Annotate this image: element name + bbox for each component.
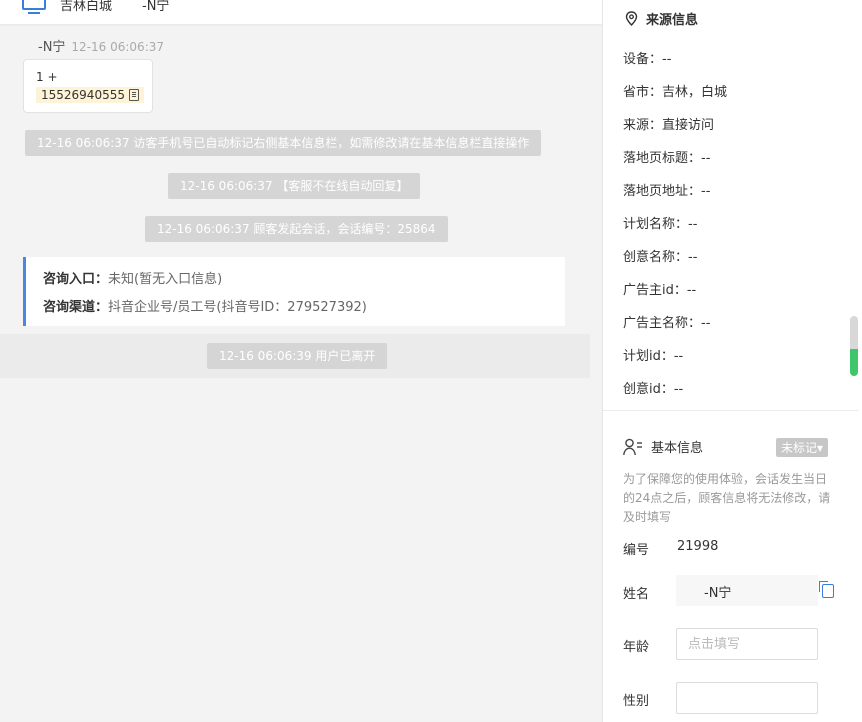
source-region: 省市：吉林，白城 bbox=[623, 85, 728, 100]
info-sidebar: 来源信息 设备：-- 省市：吉林，白城 来源：直接访问 落地页标题：-- 落地页… bbox=[602, 0, 862, 722]
source-info-title: 来源信息 bbox=[625, 9, 698, 28]
bubble-text: 1 + bbox=[36, 70, 58, 84]
system-message: 12-16 06:06:37 访客手机号已自动标记右侧基本信息栏，如需修改请在基… bbox=[25, 130, 542, 156]
copy-icon[interactable] bbox=[128, 89, 139, 101]
source-plan-id: 计划id：-- bbox=[623, 349, 684, 364]
chat-panel: 吉林白城 -N宁 -N宁 12-16 06:06:37 1 + 155269405… bbox=[0, 0, 602, 722]
system-message: 12-16 06:06:37 顾客发起会话，会话编号：25864 bbox=[145, 216, 448, 242]
gender-label: 性别 bbox=[623, 694, 650, 709]
source-landing-title: 落地页标题：-- bbox=[623, 151, 711, 166]
source-landing-url: 落地页地址：-- bbox=[623, 184, 711, 199]
consult-channel-row: 咨询渠道：抖音企业号/员工号(抖音号ID：279527392) bbox=[43, 294, 565, 322]
header-location: 吉林白城 bbox=[60, 0, 113, 14]
source-title-text: 来源信息 bbox=[646, 13, 699, 28]
gender-input[interactable] bbox=[676, 682, 818, 714]
source-creative-name: 创意名称：-- bbox=[623, 250, 698, 265]
consult-info-card: 咨询入口：未知(暂无入口信息) 咨询渠道：抖音企业号/员工号(抖音号ID：279… bbox=[23, 257, 565, 326]
basic-info-title: 基本信息 bbox=[623, 437, 703, 456]
sidebar-scrollbar[interactable] bbox=[850, 316, 858, 376]
source-device: 设备：-- bbox=[623, 52, 672, 67]
age-input[interactable] bbox=[676, 628, 818, 660]
monitor-icon bbox=[22, 0, 46, 14]
user-info-icon bbox=[623, 438, 643, 456]
id-value: 21998 bbox=[677, 539, 719, 554]
consult-channel-label: 咨询渠道： bbox=[43, 300, 109, 315]
source-advertiser-name: 广告主名称：-- bbox=[623, 316, 711, 331]
user-left-message: 12-16 06:06:39 用户已离开 bbox=[207, 343, 388, 369]
edit-icon[interactable] bbox=[819, 581, 834, 598]
chat-header: 吉林白城 -N宁 bbox=[0, 0, 602, 24]
consult-entry-value: 未知(暂无入口信息) bbox=[108, 272, 223, 287]
consult-entry-label: 咨询入口： bbox=[43, 272, 109, 287]
phone-number: 15526940555 bbox=[41, 88, 125, 102]
phone-tag[interactable]: 15526940555 bbox=[36, 87, 144, 103]
location-pin-icon bbox=[625, 11, 638, 26]
sender-name: -N宁 bbox=[38, 40, 66, 55]
message-sender: -N宁 12-16 06:06:37 bbox=[38, 36, 164, 55]
header-visitor-name: -N宁 bbox=[142, 0, 170, 14]
sender-time: 12-16 06:06:37 bbox=[71, 40, 164, 54]
source-origin: 来源：直接访问 bbox=[623, 118, 715, 133]
name-label: 姓名 bbox=[623, 587, 650, 602]
edit-deadline-hint: 为了保障您的使用体验，会话发生当日的24点之后，顾客信息将无法修改，请及时填写 bbox=[623, 472, 831, 524]
source-plan-name: 计划名称：-- bbox=[623, 217, 698, 232]
basic-title-text: 基本信息 bbox=[651, 441, 704, 456]
mark-status-dropdown[interactable]: 未标记▾ bbox=[776, 438, 829, 457]
id-label: 编号 bbox=[623, 543, 650, 558]
age-label: 年龄 bbox=[623, 640, 650, 655]
message-bubble: 1 + 15526940555 bbox=[23, 59, 153, 113]
section-divider bbox=[603, 410, 859, 411]
consult-channel-value: 抖音企业号/员工号(抖音号ID：279527392) bbox=[108, 300, 367, 315]
consult-entry-row: 咨询入口：未知(暂无入口信息) bbox=[43, 266, 565, 294]
name-field[interactable]: -N宁 bbox=[676, 575, 818, 606]
source-advertiser-id: 广告主id：-- bbox=[623, 283, 697, 298]
system-message: 12-16 06:06:37 【客服不在线自动回复】 bbox=[168, 173, 421, 199]
source-creative-id: 创意id：-- bbox=[623, 382, 684, 397]
